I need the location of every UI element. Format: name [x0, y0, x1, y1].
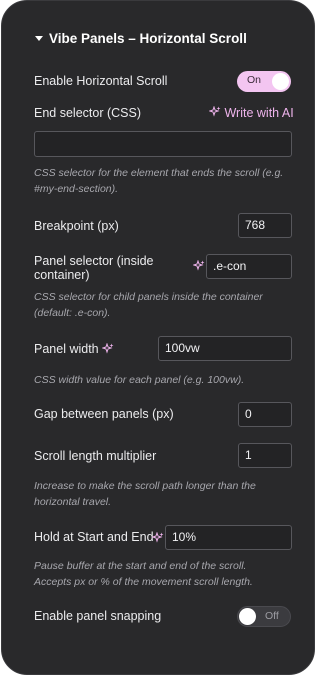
end-selector-label: End selector (CSS) — [34, 106, 141, 120]
panel-selector-label-line1: Panel selector (inside — [34, 254, 154, 268]
enable-horizontal-scroll-label: Enable Horizontal Scroll — [34, 74, 168, 88]
sparkle-icon — [209, 106, 221, 117]
toggle-knob — [239, 608, 256, 625]
settings-panel: Vibe Panels – Horizontal Scroll Enable H… — [1, 0, 315, 675]
panel-selector-help: CSS selector for child panels inside the… — [34, 291, 263, 319]
sparkle-icon[interactable] — [193, 260, 205, 272]
hold-label: Hold at Start and End — [34, 530, 154, 544]
breakpoint-label: Breakpoint (px) — [34, 219, 119, 233]
end-selector-help: CSS selector for the element that ends t… — [34, 167, 284, 195]
hold-input[interactable]: 10% — [165, 525, 292, 550]
hold-help: Pause buffer at the start and end of the… — [34, 560, 253, 588]
gap-input[interactable]: 0 — [238, 402, 292, 427]
panel-selector-input[interactable]: .e-con — [206, 254, 292, 279]
snapping-label: Enable panel snapping — [34, 609, 162, 623]
end-selector-input[interactable] — [34, 131, 292, 157]
scroll-multiplier-label: Scroll length multiplier — [34, 449, 157, 463]
breakpoint-input[interactable]: 768 — [238, 213, 292, 238]
toggle-state-label: On — [247, 74, 262, 86]
scroll-multiplier-input[interactable]: 1 — [238, 443, 292, 468]
write-with-ai-label: Write with AI — [224, 106, 294, 120]
write-with-ai-button[interactable]: Write with AI — [209, 106, 294, 120]
panel-width-input[interactable]: 100vw — [158, 336, 292, 361]
caret-down-icon[interactable] — [35, 36, 43, 41]
snapping-toggle[interactable]: Off — [237, 606, 291, 627]
toggle-state-label: Off — [265, 610, 279, 622]
panel-selector-label: Panel selector (inside container) — [34, 254, 154, 282]
enable-horizontal-scroll-toggle[interactable]: On — [237, 71, 291, 92]
panel-width-help: CSS width value for each panel (e.g. 100… — [34, 374, 245, 386]
scroll-multiplier-help: Increase to make the scroll path longer … — [34, 480, 256, 508]
toggle-knob — [272, 73, 289, 90]
panel-width-label: Panel width — [34, 342, 99, 356]
panel-selector-label-line2: container) — [34, 268, 90, 282]
page-background: Vibe Panels – Horizontal Scroll Enable H… — [0, 0, 316, 675]
sparkle-icon[interactable] — [152, 532, 164, 544]
section-title[interactable]: Vibe Panels – Horizontal Scroll — [49, 31, 247, 46]
gap-label: Gap between panels (px) — [34, 407, 174, 421]
sparkle-icon[interactable] — [102, 343, 114, 355]
